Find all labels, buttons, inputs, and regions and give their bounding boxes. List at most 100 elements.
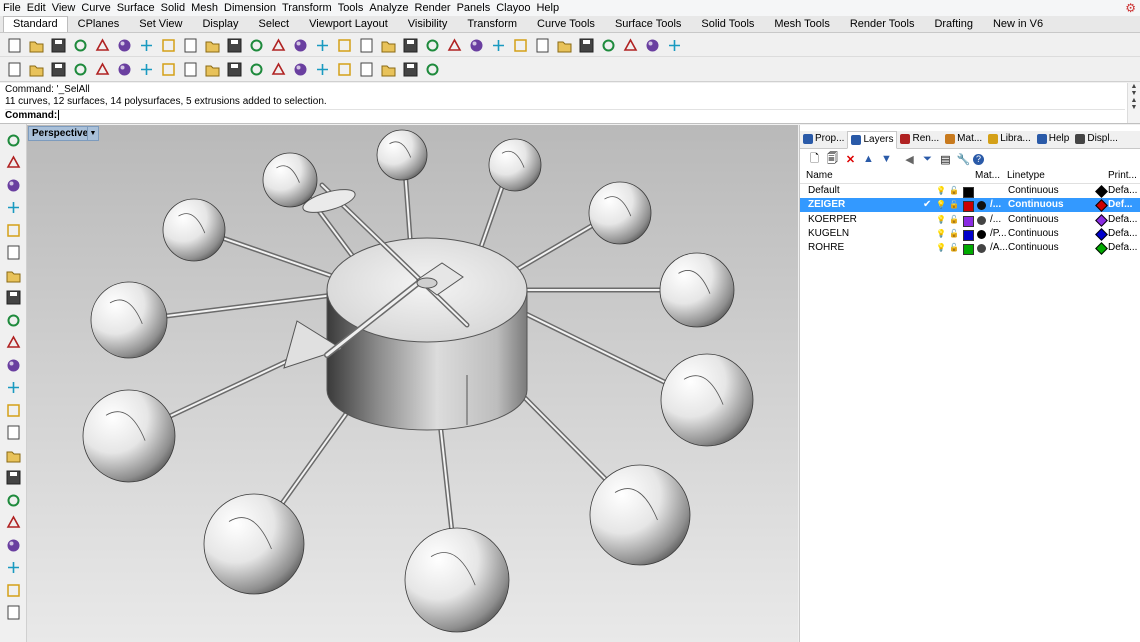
print-color-swatch[interactable] [1095, 185, 1108, 198]
layer-name[interactable]: ROHRE [808, 241, 844, 255]
panel-tab-mat[interactable]: Mat... [942, 131, 985, 147]
snap-icon[interactable] [3, 603, 23, 623]
layer-print-width[interactable]: Defa... [1108, 241, 1137, 255]
teapot-2-icon[interactable] [48, 59, 68, 79]
clock-sphere[interactable] [488, 138, 542, 192]
rectangle-icon[interactable] [3, 288, 23, 308]
redo-icon[interactable] [202, 35, 222, 55]
clock-sphere[interactable] [404, 527, 510, 633]
lock-icon[interactable]: 🔓 [949, 227, 959, 241]
shaded-sphere-icon[interactable] [532, 35, 552, 55]
panel-tab-libra[interactable]: Libra... [985, 131, 1034, 147]
lock-icon[interactable]: 🔓 [949, 213, 959, 227]
check-icon[interactable] [4, 59, 24, 79]
lock-icon[interactable]: 🔓 [949, 241, 959, 255]
polygon-icon[interactable] [3, 310, 23, 330]
diagonal-icon[interactable] [246, 59, 266, 79]
cube-wire-icon[interactable] [268, 59, 288, 79]
layer-linetype[interactable]: Continuous [1008, 198, 1064, 212]
layer-color-swatch[interactable] [963, 229, 974, 241]
zoom-selected-icon[interactable] [312, 35, 332, 55]
menu-surface[interactable]: Surface [114, 0, 158, 16]
teapot-icon[interactable] [26, 59, 46, 79]
visibility-bulb-icon[interactable]: 💡 [936, 227, 946, 241]
rendered-sphere-icon[interactable] [554, 35, 574, 55]
mesh-icon[interactable] [3, 445, 23, 465]
zoom-icon[interactable] [246, 35, 266, 55]
tab-display[interactable]: Display [192, 16, 248, 32]
perspective-viewport[interactable]: Perspective ▼ [27, 125, 798, 642]
lock-icon[interactable] [466, 35, 486, 55]
lasso-icon[interactable] [70, 59, 90, 79]
layer-material[interactable]: /... [990, 198, 1001, 212]
gear-icon[interactable]: ⚙ [1125, 1, 1136, 15]
command-scrollbar[interactable]: ▲ ▼ ▲ ▼ [1127, 83, 1140, 123]
t-tool-icon[interactable] [158, 59, 178, 79]
menu-edit[interactable]: Edit [24, 0, 49, 16]
rotate-view-icon[interactable] [334, 35, 354, 55]
render-icon[interactable] [576, 35, 596, 55]
tab-standard[interactable]: Standard [3, 16, 68, 32]
visibility-bulb-icon[interactable]: 💡 [936, 213, 946, 227]
filter-icon[interactable]: ⏷ [919, 151, 936, 167]
col-print[interactable]: Print... [1108, 170, 1137, 181]
polyline-icon[interactable] [3, 175, 23, 195]
clock-sphere[interactable] [162, 198, 226, 262]
clock-sphere[interactable] [589, 464, 691, 566]
panel-tab-prop[interactable]: Prop... [800, 131, 847, 147]
group-tool-icon[interactable] [3, 490, 23, 510]
menu-clayoo[interactable]: Clayoo [493, 0, 533, 16]
layer-linetype[interactable]: Continuous [1008, 241, 1059, 255]
print-color-swatch[interactable] [1095, 228, 1108, 241]
move-icon[interactable] [3, 513, 23, 533]
lock-icon[interactable]: 🔓 [949, 198, 959, 212]
tab-transform[interactable]: Transform [457, 16, 527, 32]
save-icon[interactable] [48, 35, 68, 55]
color-wheel-icon[interactable] [510, 35, 530, 55]
point-icon[interactable] [3, 153, 23, 173]
sun-icon[interactable] [224, 59, 244, 79]
cube-3d-icon[interactable] [312, 59, 332, 79]
copy-icon[interactable] [136, 35, 156, 55]
layer-linetype[interactable]: Continuous [1008, 184, 1059, 198]
menu-curve[interactable]: Curve [78, 0, 113, 16]
print-color-swatch[interactable] [1095, 242, 1108, 256]
menu-solid[interactable]: Solid [158, 0, 188, 16]
tab-viewport-layout[interactable]: Viewport Layout [299, 16, 398, 32]
layer-name[interactable]: KUGELN [808, 227, 849, 241]
cut-icon[interactable] [114, 35, 134, 55]
delete-layer-icon[interactable]: ✕ [842, 151, 859, 167]
ring-icon[interactable] [92, 59, 112, 79]
tab-cplanes[interactable]: CPlanes [68, 16, 130, 32]
visibility-bulb-icon[interactable]: 💡 [936, 198, 946, 212]
paste-icon[interactable] [158, 35, 178, 55]
clock-model-scene[interactable] [27, 125, 798, 642]
layer-tools-icon[interactable]: ▤ [937, 151, 954, 167]
new-icon[interactable] [4, 35, 24, 55]
layer-name[interactable]: KOERPER [808, 213, 857, 227]
layer-row[interactable]: ZEIGER ✔ 💡 🔓 /... Continuous Def... [800, 198, 1140, 213]
layer-name[interactable]: ZEIGER [808, 198, 845, 212]
clock-sphere[interactable] [588, 181, 652, 245]
wrench-icon[interactable]: 🔧 [955, 151, 972, 167]
clock-sphere[interactable] [90, 281, 168, 359]
globe-icon[interactable] [642, 35, 662, 55]
print-color-swatch[interactable] [1095, 199, 1108, 213]
ellipse-icon[interactable] [3, 243, 23, 263]
grid-snap-icon[interactable] [422, 35, 442, 55]
layer-row[interactable]: Default 💡 🔓 Continuous Defa... [800, 184, 1140, 198]
scale-icon[interactable] [3, 535, 23, 555]
tab-mesh-tools[interactable]: Mesh Tools [764, 16, 839, 32]
circle-icon[interactable] [3, 220, 23, 240]
tree-icon[interactable] [334, 59, 354, 79]
box-solid-icon[interactable] [3, 400, 23, 420]
panel-tab-layers[interactable]: Layers [847, 131, 898, 149]
menu-view[interactable]: View [49, 0, 79, 16]
tab-select[interactable]: Select [249, 16, 300, 32]
layer-row[interactable]: ROHRE 💡 🔓 /A... Continuous Defa... [800, 241, 1140, 256]
tab-visibility[interactable]: Visibility [398, 16, 458, 32]
select-points-icon[interactable] [400, 35, 420, 55]
spheres-icon[interactable] [3, 580, 23, 600]
clock-sphere[interactable] [262, 152, 318, 208]
layer-row[interactable]: KOERPER 💡 🔓 /... Continuous Defa... [800, 213, 1140, 227]
